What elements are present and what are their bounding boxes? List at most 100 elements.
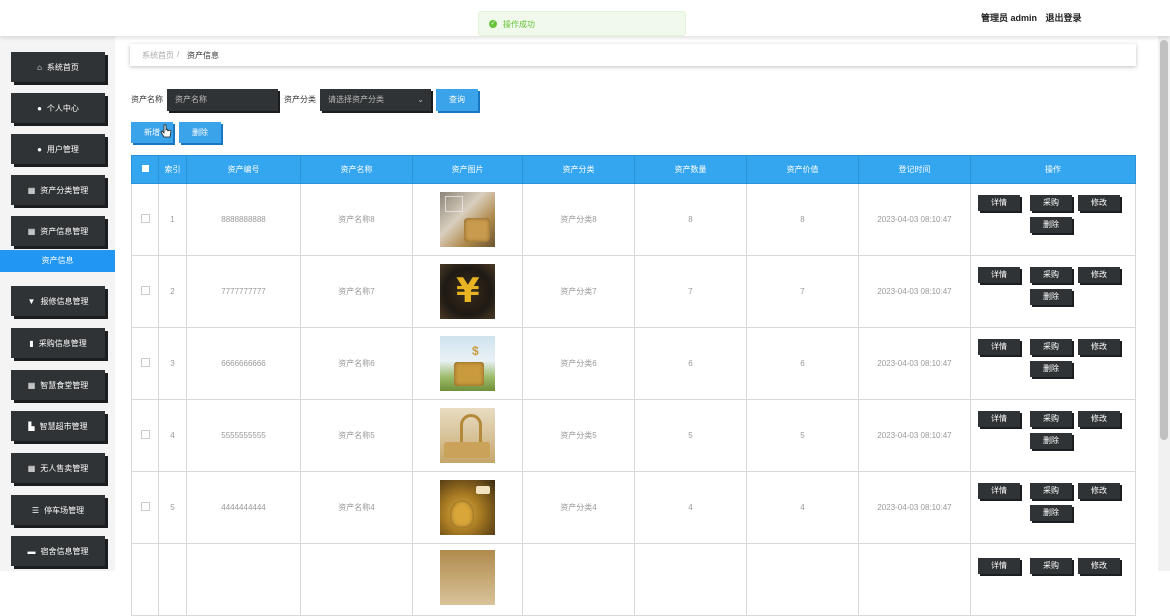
row-delete-button[interactable]: 删除: [1030, 432, 1072, 449]
row-delete-button[interactable]: 删除: [1030, 504, 1072, 521]
col-time: 登记时间: [858, 155, 971, 184]
row-delete-button[interactable]: 删除: [1030, 216, 1072, 233]
cell-category: 资产分类6: [522, 327, 635, 400]
sidebar-item-repair[interactable]: ▼ 报修信息管理: [11, 286, 105, 316]
user-icon: ●: [37, 144, 42, 154]
detail-button[interactable]: 详情: [978, 338, 1020, 355]
edit-button[interactable]: 修改: [1078, 482, 1120, 499]
detail-button[interactable]: 详情: [978, 266, 1020, 283]
row-checkbox[interactable]: [131, 543, 159, 616]
edit-button[interactable]: 修改: [1078, 266, 1120, 283]
purchase-button[interactable]: 采购: [1030, 410, 1072, 427]
grid-icon: ▦: [27, 463, 36, 473]
sidebar-item-supermarket[interactable]: ▙ 智慧超市管理: [11, 411, 105, 441]
cell-index: 5: [158, 471, 187, 544]
asset-image[interactable]: ¥: [440, 264, 495, 319]
detail-button[interactable]: 详情: [978, 558, 1020, 574]
asset-image[interactable]: [440, 192, 495, 247]
cell-value: [746, 543, 859, 616]
sidebar-item-label: 采购信息管理: [38, 338, 87, 348]
sidebar-item-label: 无人售卖管理: [40, 463, 89, 473]
purchase-button[interactable]: 采购: [1030, 266, 1072, 283]
select-all-checkbox[interactable]: [131, 155, 159, 184]
cell-category: 资产分类4: [522, 471, 635, 544]
sidebar-item-canteen[interactable]: ▦ 智慧食堂管理: [11, 370, 105, 400]
row-checkbox[interactable]: [131, 183, 159, 256]
breadcrumb-current: 资产信息: [187, 51, 219, 60]
edit-button[interactable]: 修改: [1078, 194, 1120, 211]
submenu-asset-info[interactable]: 资产信息: [0, 250, 115, 272]
search-button[interactable]: 查询: [436, 89, 478, 111]
table-header-row: 索引 资产编号 资产名称 资产图片 资产分类 资产数量 资产价值 登记时间 操作: [131, 155, 1136, 184]
sidebar-item-label: 智慧食堂管理: [40, 380, 89, 390]
asset-image[interactable]: [440, 550, 495, 605]
filter-icon: ▼: [27, 296, 36, 306]
breadcrumb-home[interactable]: 系统首页: [142, 50, 174, 61]
detail-button[interactable]: 详情: [978, 410, 1020, 427]
asset-category-select[interactable]: 请选择资产分类 ⌄: [320, 89, 431, 111]
detail-button[interactable]: 详情: [978, 194, 1020, 211]
cell-index: 3: [158, 327, 187, 400]
sidebar-item-users[interactable]: ● 用户管理: [11, 134, 105, 164]
sidebar-item-label: 宿舍信息管理: [40, 546, 89, 556]
cell-value: 5: [746, 399, 859, 472]
sidebar-item-home[interactable]: ⌂ 系统首页: [11, 52, 105, 82]
user-info: 管理员 admin 退出登录: [981, 11, 1082, 24]
row-checkbox[interactable]: [131, 255, 159, 328]
scrollbar-thumb[interactable]: [1160, 40, 1168, 440]
delete-button[interactable]: 删除: [179, 122, 221, 143]
user-label: 管理员 admin: [981, 13, 1038, 23]
store-icon: ▙: [28, 421, 35, 431]
cell-code: 6666666666: [186, 327, 301, 400]
asset-name-input[interactable]: 资产名称: [167, 89, 278, 111]
check-circle-icon: ✓: [489, 20, 497, 28]
edit-button[interactable]: 修改: [1078, 558, 1120, 574]
row-checkbox[interactable]: [131, 327, 159, 400]
sidebar-item-dormitory[interactable]: ▬ 宿舍信息管理: [11, 536, 105, 566]
breadcrumb-separator: /: [177, 50, 180, 59]
home-icon: ⌂: [37, 62, 42, 72]
cell-image: ¥: [412, 255, 523, 328]
sidebar-item-purchase[interactable]: ▮ 采购信息管理: [11, 328, 105, 358]
cell-name: 资产名称4: [300, 471, 413, 544]
top-bar: ✓ 操作成功 管理员 admin 退出登录: [0, 0, 1170, 36]
sidebar-item-parking[interactable]: ☰ 停车场管理: [11, 495, 105, 525]
cell-code: 4444444444: [186, 471, 301, 544]
asset-image[interactable]: [440, 480, 495, 535]
sidebar-item-asset-info[interactable]: ▦ 资产信息管理: [11, 216, 105, 246]
sidebar-item-vending[interactable]: ▦ 无人售卖管理: [11, 453, 105, 483]
chevron-down-icon: ⌄: [417, 95, 424, 104]
col-image: 资产图片: [412, 155, 523, 184]
purchase-button[interactable]: 采购: [1030, 194, 1072, 211]
cell-time: [858, 543, 971, 616]
detail-button[interactable]: 详情: [978, 482, 1020, 499]
asset-image[interactable]: [440, 408, 495, 463]
purchase-button[interactable]: 采购: [1030, 558, 1072, 574]
sidebar-item-asset-category[interactable]: ▦ 资产分类管理: [11, 175, 105, 205]
sidebar-item-profile[interactable]: ● 个人中心: [11, 93, 105, 123]
sidebar-item-label: 停车场管理: [44, 505, 85, 515]
cell-quantity: 4: [634, 471, 747, 544]
edit-button[interactable]: 修改: [1078, 410, 1120, 427]
asset-image[interactable]: $: [440, 336, 495, 391]
cell-quantity: 6: [634, 327, 747, 400]
logout-link[interactable]: 退出登录: [1046, 13, 1082, 23]
table-row: 详情 采购 修改: [131, 543, 1136, 616]
asset-table: 索引 资产编号 资产名称 资产图片 资产分类 资产数量 资产价值 登记时间 操作…: [131, 155, 1136, 616]
row-checkbox[interactable]: [131, 471, 159, 544]
cell-code: 7777777777: [186, 255, 301, 328]
success-toast: ✓ 操作成功: [478, 11, 686, 36]
cell-operations: 详情 采购 修改 删除: [970, 255, 1136, 328]
edit-button[interactable]: 修改: [1078, 338, 1120, 355]
purchase-button[interactable]: 采购: [1030, 338, 1072, 355]
cell-index: 4: [158, 399, 187, 472]
row-delete-button[interactable]: 删除: [1030, 288, 1072, 305]
purchase-button[interactable]: 采购: [1030, 482, 1072, 499]
sidebar-item-label: 系统首页: [46, 62, 79, 72]
asset-category-label: 资产分类: [284, 95, 316, 104]
row-checkbox[interactable]: [131, 399, 159, 472]
page-scrollbar[interactable]: [1158, 36, 1170, 571]
cell-quantity: 8: [634, 183, 747, 256]
sidebar-item-label: 资产信息管理: [40, 226, 89, 236]
row-delete-button[interactable]: 删除: [1030, 360, 1072, 377]
